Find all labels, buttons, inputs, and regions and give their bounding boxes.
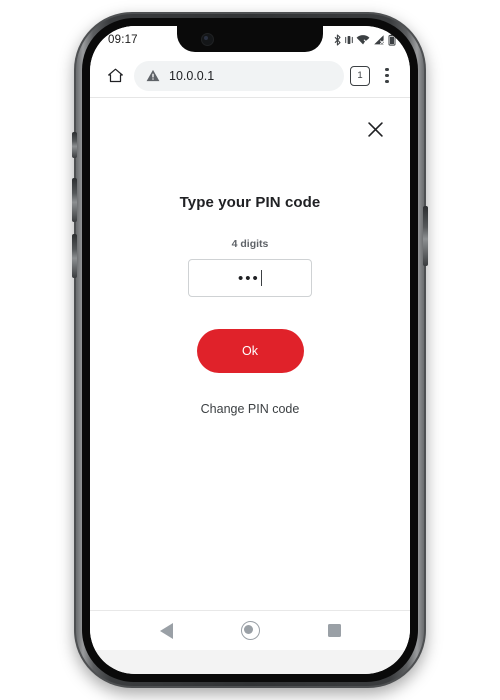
power-button[interactable]	[423, 206, 428, 266]
wifi-off-icon	[356, 34, 370, 46]
screen-bottom-filler	[90, 650, 410, 674]
battery-icon	[388, 34, 396, 46]
signal-cellular-icon	[373, 34, 385, 46]
close-icon[interactable]	[362, 116, 388, 142]
recents-glyph	[327, 624, 341, 637]
change-pin-code-link[interactable]: Change PIN code	[201, 402, 300, 416]
address-bar[interactable]: 10.0.0.1	[134, 60, 344, 91]
phone-screen: 09:17 10.0.0.1 1 Type your PIN code 4 di…	[90, 26, 410, 674]
home-glyph	[240, 621, 260, 640]
status-clock: 09:17	[108, 34, 138, 46]
volume-down-button[interactable]	[72, 234, 77, 278]
address-bar-url[interactable]: 10.0.0.1	[169, 69, 214, 83]
warning-triangle-icon[interactable]	[146, 69, 160, 82]
mute-switch-button[interactable]	[72, 132, 77, 158]
pin-hint-label: 4 digits	[231, 238, 269, 250]
pin-input[interactable]: •••	[188, 259, 312, 297]
phone-device-mockup: 09:17 10.0.0.1 1 Type your PIN code 4 di…	[0, 0, 500, 700]
web-page-content: Type your PIN code 4 digits ••• Ok Chang…	[90, 98, 410, 610]
menu-dot	[385, 73, 389, 78]
vibrate-icon	[345, 34, 353, 46]
volume-up-button[interactable]	[72, 178, 77, 222]
menu-dot	[385, 79, 389, 83]
tab-switcher-button[interactable]: 1	[350, 65, 370, 86]
front-camera	[201, 33, 214, 46]
menu-dot	[385, 68, 389, 72]
status-icon-group	[333, 34, 396, 46]
pin-masked-value: •••	[237, 269, 260, 287]
recents-square-icon[interactable]	[317, 614, 351, 648]
overflow-menu-icon[interactable]	[374, 61, 400, 91]
back-triangle-icon[interactable]	[149, 614, 183, 648]
pin-entry-form: Type your PIN code 4 digits ••• Ok Chang…	[90, 194, 410, 416]
back-glyph	[159, 622, 173, 639]
bluetooth-icon	[333, 34, 342, 46]
ok-button[interactable]: Ok	[196, 329, 304, 373]
page-title: Type your PIN code	[179, 194, 321, 211]
android-navigation-bar	[90, 610, 410, 650]
phone-notch	[177, 26, 323, 52]
home-circle-icon[interactable]	[233, 614, 267, 648]
text-caret	[260, 270, 263, 286]
home-icon[interactable]	[100, 61, 130, 91]
browser-toolbar: 10.0.0.1 1	[90, 54, 410, 98]
